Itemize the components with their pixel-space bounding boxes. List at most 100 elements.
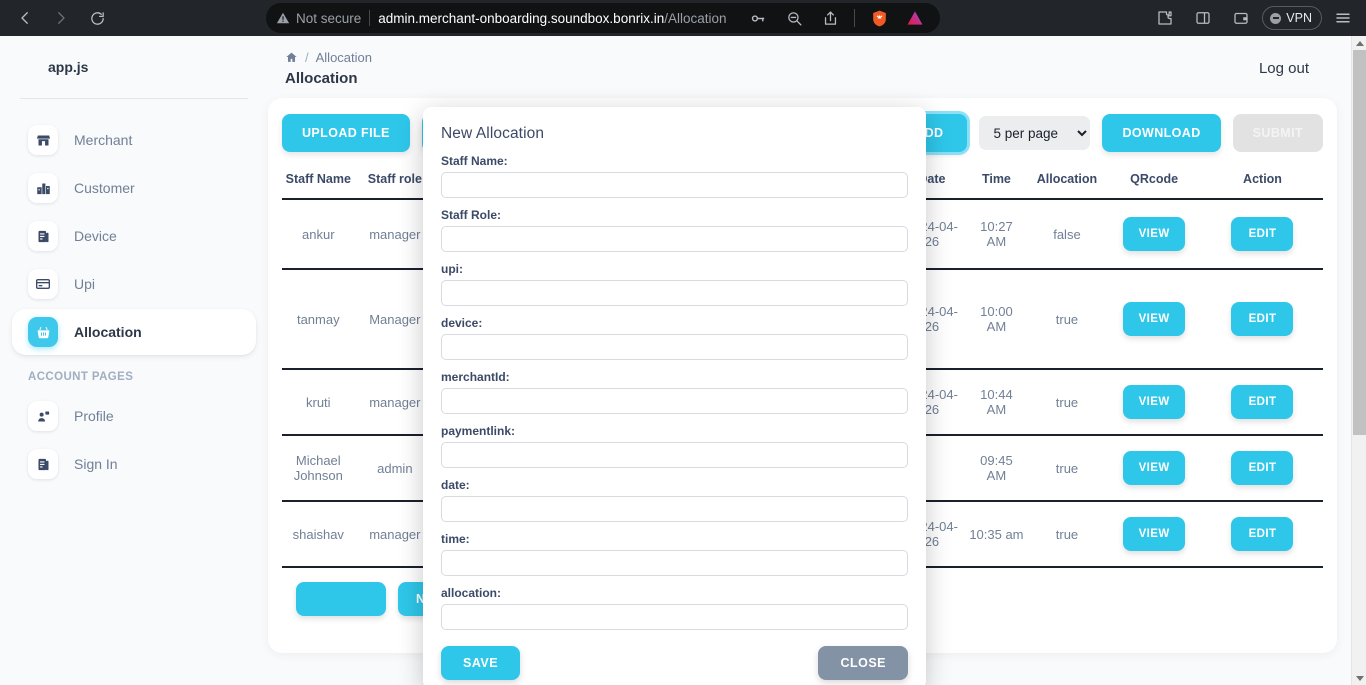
field-paymentlink: paymentlink: xyxy=(441,424,908,468)
col-time: Time xyxy=(965,168,1027,199)
cell-time: 10:35 am xyxy=(965,501,1027,567)
sidebar-item-merchant[interactable]: Merchant xyxy=(12,117,256,163)
building-icon xyxy=(28,173,58,203)
vpn-button[interactable]: VPN xyxy=(1262,6,1322,30)
edit-button[interactable]: EDIT xyxy=(1231,302,1293,336)
date-input[interactable] xyxy=(441,496,908,522)
breadcrumb: / Allocation xyxy=(285,50,372,65)
sidebar-item-profile[interactable]: Profile xyxy=(12,393,256,439)
forward-icon[interactable] xyxy=(44,4,78,32)
vpn-label: VPN xyxy=(1286,11,1312,25)
field-staff-name: Staff Name: xyxy=(441,154,908,198)
sidebar-item-customer[interactable]: Customer xyxy=(12,165,256,211)
sidebar-item-upi[interactable]: Upi xyxy=(12,261,256,307)
sidebar-icon[interactable] xyxy=(1186,4,1220,32)
sidebar-item-label: Customer xyxy=(74,180,135,196)
zoom-out-icon[interactable] xyxy=(777,4,811,32)
view-button[interactable]: VIEW xyxy=(1123,217,1185,251)
field-device: device: xyxy=(441,316,908,360)
cell-time: 10:44 AM xyxy=(965,369,1027,435)
warning-icon xyxy=(276,11,290,25)
address-bar[interactable]: Not secure admin.merchant-onboarding.sou… xyxy=(266,3,940,33)
vpn-icon xyxy=(1270,13,1281,24)
field-label: upi: xyxy=(441,262,908,276)
save-button[interactable]: SAVE xyxy=(441,646,520,680)
field-label: time: xyxy=(441,532,908,546)
edit-button[interactable]: EDIT xyxy=(1231,451,1293,485)
cell-allocation: true xyxy=(1028,269,1107,369)
close-button[interactable]: CLOSE xyxy=(818,646,908,680)
cell-action: EDIT xyxy=(1202,501,1323,567)
cell-time: 10:27 AM xyxy=(965,199,1027,269)
modal-title: New Allocation xyxy=(441,125,908,143)
reload-icon[interactable] xyxy=(80,4,114,32)
edit-button[interactable]: EDIT xyxy=(1231,385,1293,419)
sidebar-item-label: Device xyxy=(74,228,117,244)
sidebar-item-label: Profile xyxy=(74,408,114,424)
wallet-icon[interactable] xyxy=(1224,4,1258,32)
profile-icon[interactable] xyxy=(898,4,932,32)
password-key-icon[interactable] xyxy=(741,4,775,32)
staff-role-input[interactable] xyxy=(441,226,908,252)
prev-page-button[interactable] xyxy=(296,582,386,616)
merchantid-input[interactable] xyxy=(441,388,908,414)
field-label: device: xyxy=(441,316,908,330)
cell-time: 09:45 AM xyxy=(965,435,1027,501)
allocation-input[interactable] xyxy=(441,604,908,630)
menu-icon[interactable] xyxy=(1326,4,1360,32)
edit-button[interactable]: EDIT xyxy=(1231,517,1293,551)
toolbar-divider xyxy=(854,9,855,27)
field-allocation: allocation: xyxy=(441,586,908,630)
upload-file-button[interactable]: UPLOAD FILE xyxy=(282,114,410,152)
breadcrumb-current[interactable]: Allocation xyxy=(316,50,372,65)
share-icon[interactable] xyxy=(813,4,847,32)
view-button[interactable]: VIEW xyxy=(1123,517,1185,551)
view-button[interactable]: VIEW xyxy=(1123,385,1185,419)
logout-link[interactable]: Log out xyxy=(1259,60,1309,77)
field-label: paymentlink: xyxy=(441,424,908,438)
url-path: /Allocation xyxy=(664,11,726,26)
col-qrcode: QRcode xyxy=(1106,168,1202,199)
cell-qrcode: VIEW xyxy=(1106,269,1202,369)
cell-staff-name: shaishav xyxy=(282,501,355,567)
view-button[interactable]: VIEW xyxy=(1123,302,1185,336)
scrollbar-thumb[interactable] xyxy=(1353,50,1366,435)
time-input[interactable] xyxy=(441,550,908,576)
upi-input[interactable] xyxy=(441,280,908,306)
cell-staff-name: ankur xyxy=(282,199,355,269)
modal-actions: SAVE CLOSE xyxy=(441,646,908,680)
cell-allocation: true xyxy=(1028,369,1107,435)
extensions-icon[interactable] xyxy=(1148,4,1182,32)
cell-qrcode: VIEW xyxy=(1106,501,1202,567)
sidebar-item-device[interactable]: Device xyxy=(12,213,256,259)
sidebar-item-allocation[interactable]: Allocation xyxy=(12,309,256,355)
per-page-select[interactable]: 5 per page 10 per page 25 per page 50 pe… xyxy=(979,116,1090,150)
browser-nav-buttons xyxy=(0,4,114,32)
omnibox-divider xyxy=(369,10,370,26)
scroll-down-arrow-icon[interactable] xyxy=(1352,671,1366,685)
sidebar-item-label: Merchant xyxy=(74,132,132,148)
download-button[interactable]: DOWNLOAD xyxy=(1102,114,1220,152)
sidebar-divider xyxy=(20,98,248,99)
cell-qrcode: VIEW xyxy=(1106,199,1202,269)
cell-allocation: true xyxy=(1028,435,1107,501)
home-icon[interactable] xyxy=(285,51,298,64)
scroll-up-arrow-icon[interactable] xyxy=(1352,36,1366,50)
field-label: date: xyxy=(441,478,908,492)
col-allocation: Allocation xyxy=(1028,168,1107,199)
omnibox-actions xyxy=(741,3,932,33)
paymentlink-input[interactable] xyxy=(441,442,908,468)
staff-name-input[interactable] xyxy=(441,172,908,198)
edit-button[interactable]: EDIT xyxy=(1231,217,1293,251)
back-icon[interactable] xyxy=(8,4,42,32)
sidebar-item-signin[interactable]: Sign In xyxy=(12,441,256,487)
store-icon xyxy=(28,125,58,155)
field-label: merchantId: xyxy=(441,370,908,384)
page-scrollbar[interactable] xyxy=(1351,36,1366,685)
sidebar-section-label: ACCOUNT PAGES xyxy=(12,357,256,393)
view-button[interactable]: VIEW xyxy=(1123,451,1185,485)
sidebar-item-label: Sign In xyxy=(74,456,118,472)
brave-lion-icon[interactable] xyxy=(862,4,896,32)
submit-button[interactable]: SUBMIT xyxy=(1233,114,1323,152)
device-input[interactable] xyxy=(441,334,908,360)
